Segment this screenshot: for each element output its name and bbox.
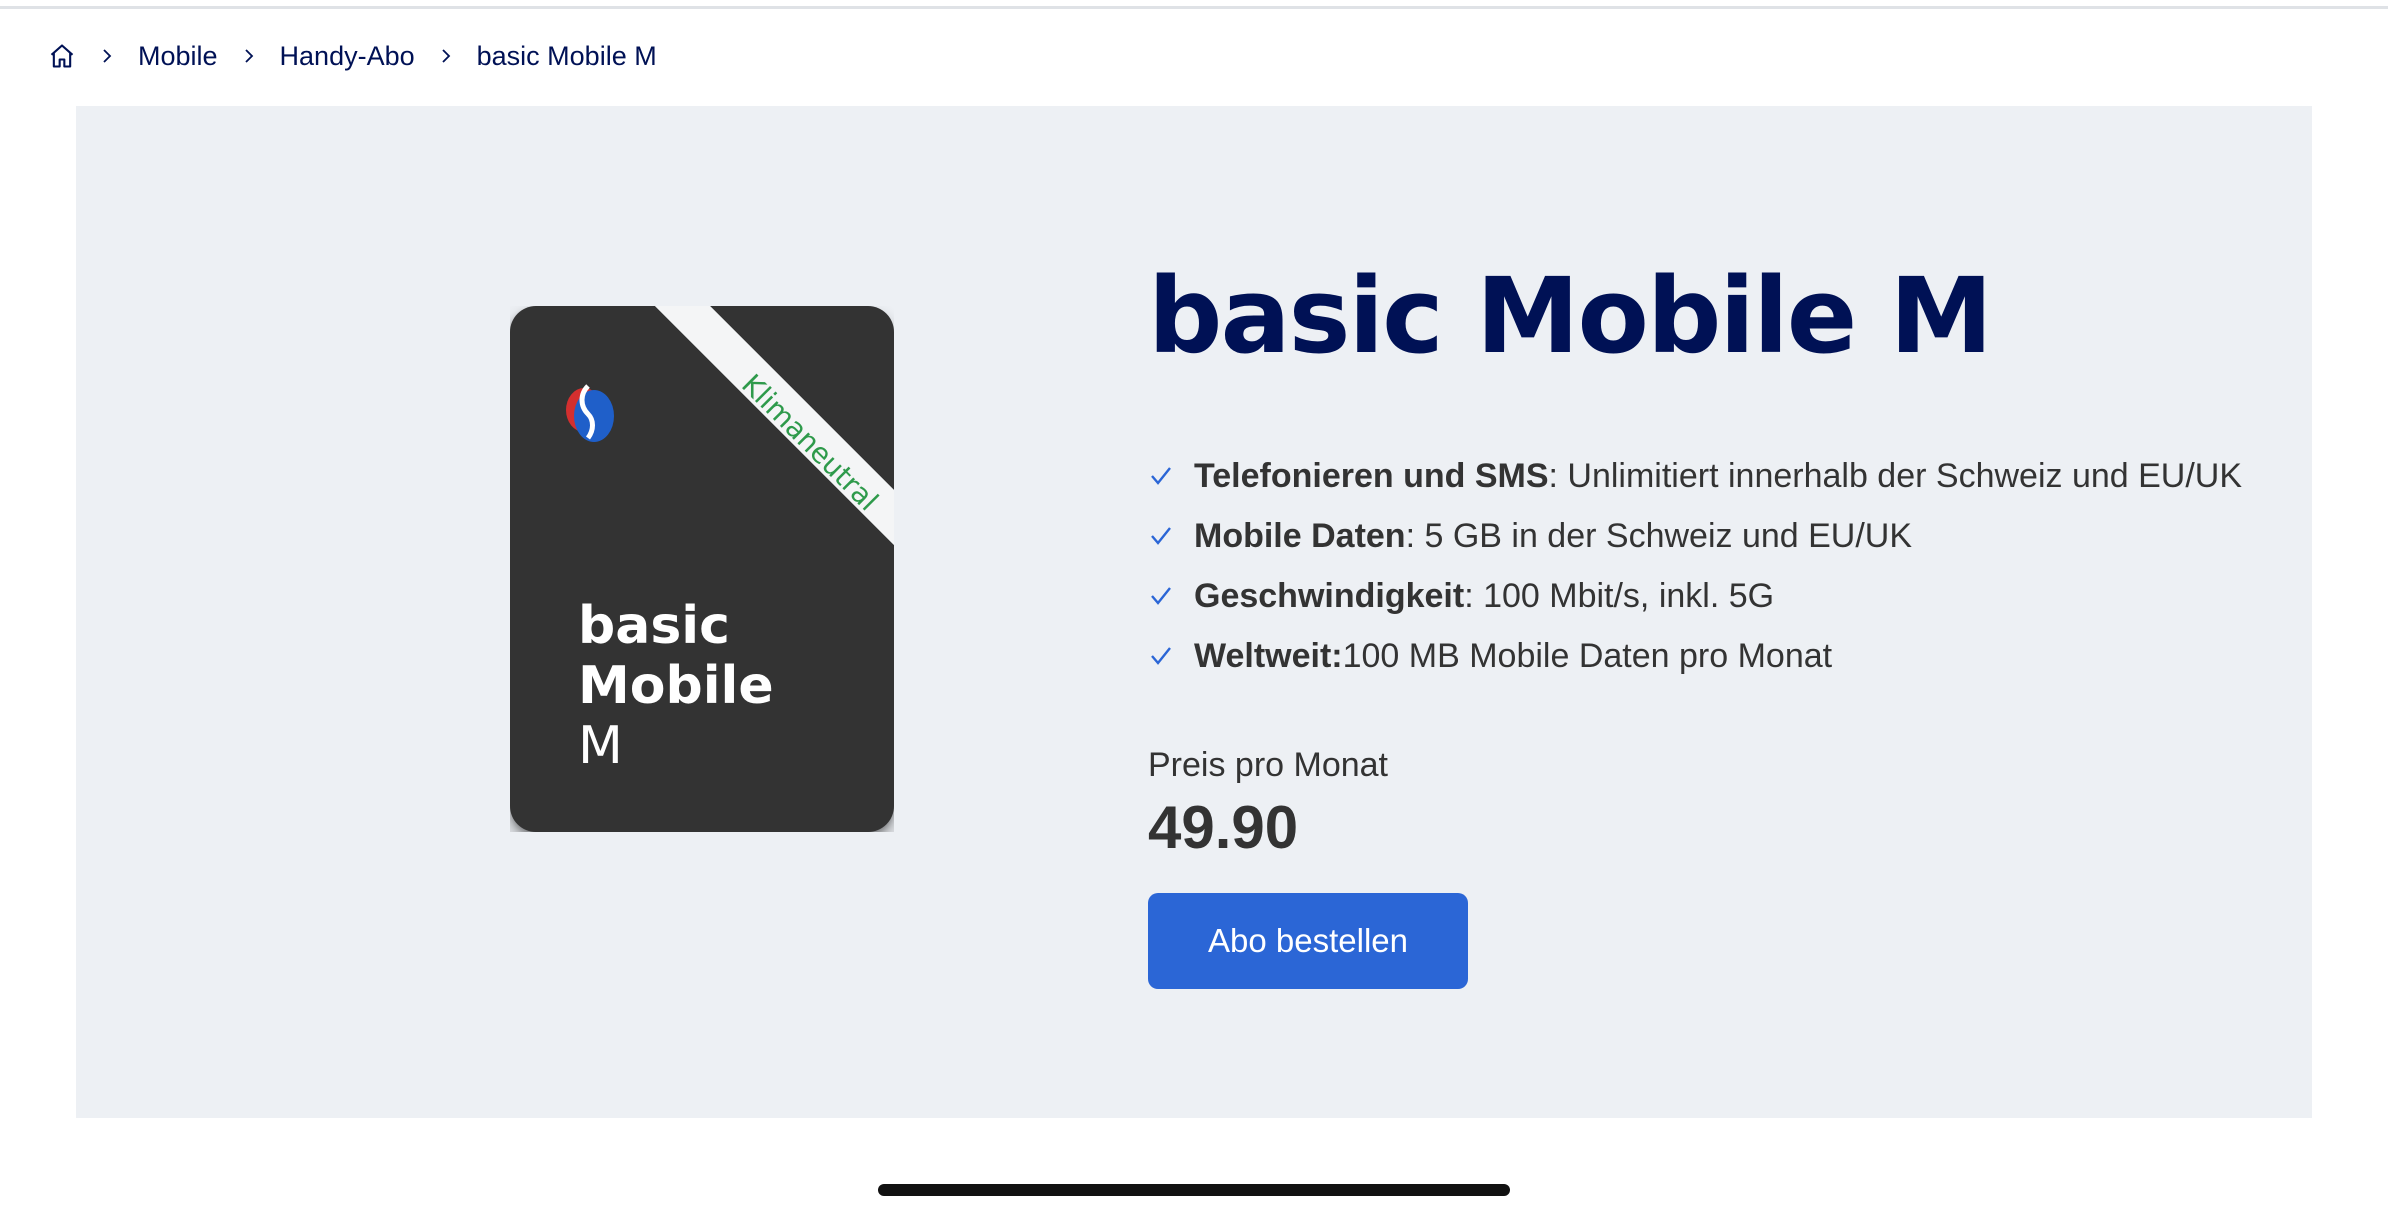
sim-title-line3: M	[578, 716, 623, 776]
list-item: Weltweit: 100 MB Mobile Daten pro Monat	[1148, 626, 2348, 686]
list-item: Mobile Daten: 5 GB in der Schweiz und EU…	[1148, 506, 2348, 566]
sim-title-line2: Mobile	[578, 656, 774, 716]
list-item: Telefonieren und SMS: Unlimitiert innerh…	[1148, 446, 2348, 506]
breadcrumb-item-current: basic Mobile M	[476, 40, 657, 71]
check-icon	[1148, 463, 1174, 489]
product-hero: Klimaneutral basic Mobile M basic Mobile…	[76, 106, 2312, 1118]
list-item: Geschwindigkeit: 100 Mbit/s, inkl. 5G	[1148, 566, 2348, 626]
breadcrumb-item-mobile[interactable]: Mobile	[138, 41, 218, 72]
chevron-right-icon	[240, 47, 258, 65]
feature-value: : Unlimitiert innerhalb der Schweiz und …	[1548, 456, 2243, 495]
feature-value: : 5 GB in der Schweiz und EU/UK	[1405, 516, 1913, 555]
page-title: basic Mobile M	[1148, 255, 1993, 377]
swisscom-logo-icon	[558, 372, 620, 450]
feature-key: Geschwindigkeit	[1194, 576, 1465, 615]
feature-list: Telefonieren und SMS: Unlimitiert innerh…	[1148, 446, 2348, 686]
home-indicator[interactable]	[878, 1184, 1510, 1196]
home-icon[interactable]	[48, 42, 76, 70]
check-icon	[1148, 523, 1174, 549]
check-icon	[1148, 643, 1174, 669]
check-icon	[1148, 583, 1174, 609]
feature-key: Telefonieren und SMS	[1194, 456, 1549, 495]
breadcrumb-item-handy-abo[interactable]: Handy-Abo	[280, 41, 415, 72]
chevron-right-icon	[98, 47, 116, 65]
feature-key: Weltweit:	[1194, 636, 1343, 675]
feature-value: 100 MB Mobile Daten pro Monat	[1342, 636, 1833, 675]
order-subscription-button[interactable]: Abo bestellen	[1148, 893, 1468, 989]
price-value: 49.90	[1148, 794, 1299, 861]
breadcrumb: Mobile Handy-Abo basic Mobile M	[48, 36, 679, 76]
chevron-right-icon	[437, 47, 455, 65]
top-divider	[0, 0, 2388, 9]
sim-card-image: Klimaneutral basic Mobile M	[510, 306, 980, 866]
feature-value: : 100 Mbit/s, inkl. 5G	[1464, 576, 1775, 615]
feature-key: Mobile Daten	[1194, 516, 1406, 555]
sim-title-line1: basic	[578, 596, 730, 656]
product-info: basic Mobile M Telefonieren und SMS: Unl…	[1148, 256, 2348, 989]
price-label: Preis pro Monat	[1148, 746, 1388, 784]
sim-card-title: basic Mobile M	[578, 596, 774, 776]
